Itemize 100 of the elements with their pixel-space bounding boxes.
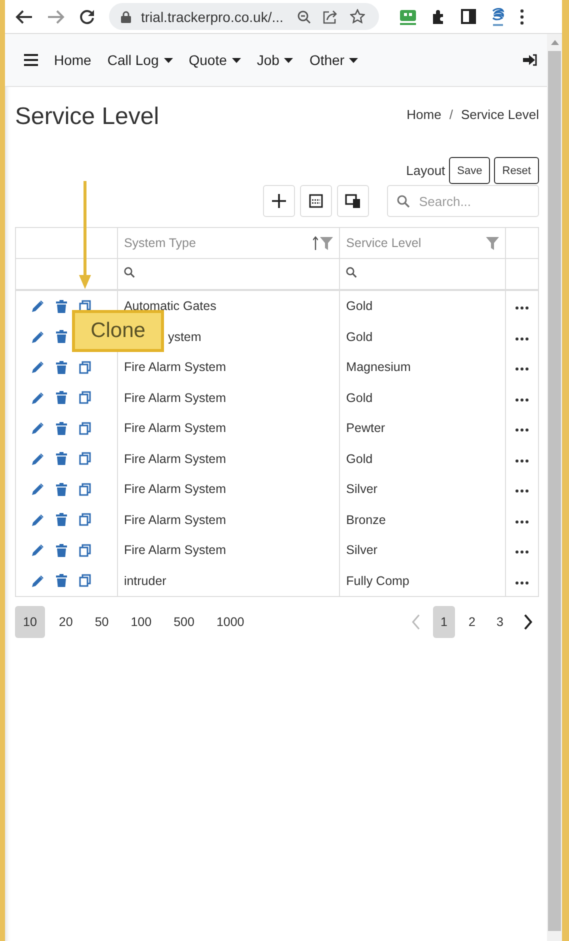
edit-icon[interactable] xyxy=(32,330,44,343)
column-header[interactable]: Service Level xyxy=(340,228,506,258)
breadcrumb-link[interactable]: Home xyxy=(406,107,442,148)
copy-icon[interactable] xyxy=(79,482,91,496)
page-size-option[interactable]: 50 xyxy=(86,606,117,638)
more-icon[interactable] xyxy=(515,336,530,341)
more-icon[interactable] xyxy=(515,489,530,494)
layout-button[interactable]: Reset xyxy=(494,157,539,184)
delete-icon[interactable] xyxy=(56,482,67,496)
export-button[interactable] xyxy=(300,185,332,217)
more-icon[interactable] xyxy=(515,550,530,554)
table-cell: Gold xyxy=(340,290,506,322)
table-cell: Bronze xyxy=(340,504,506,535)
more-icon[interactable] xyxy=(515,580,530,585)
menu-icon[interactable] xyxy=(520,8,524,24)
more-icon[interactable] xyxy=(515,520,530,524)
table-cell: Pewter xyxy=(340,413,506,444)
delete-icon[interactable] xyxy=(56,574,67,588)
edit-icon[interactable] xyxy=(32,514,44,526)
spreadsheet-icon xyxy=(309,194,323,208)
nav-link[interactable]: Job xyxy=(256,52,294,68)
filter-field[interactable] xyxy=(340,258,506,290)
sidebar-icon[interactable] xyxy=(461,9,476,24)
edit-icon[interactable] xyxy=(32,392,44,404)
page-size-option[interactable]: 100 xyxy=(122,606,160,638)
filter-field[interactable] xyxy=(117,258,340,290)
share-icon[interactable] xyxy=(323,10,338,24)
copy-icon[interactable] xyxy=(79,513,91,526)
add-button[interactable] xyxy=(263,185,295,217)
nav-link[interactable]: Quote xyxy=(188,52,241,68)
delete-icon[interactable] xyxy=(56,330,67,344)
delete-icon[interactable] xyxy=(56,300,67,313)
table-cell: Magnesium xyxy=(340,352,506,382)
page-title: Service Level xyxy=(15,103,160,132)
layout-button[interactable]: Save xyxy=(449,157,490,184)
layout-label: Layout xyxy=(406,163,446,178)
caret-icon xyxy=(164,58,173,62)
caret-icon xyxy=(232,58,241,62)
copy-icon[interactable] xyxy=(79,422,91,435)
plus-icon xyxy=(272,194,286,208)
edit-icon[interactable] xyxy=(32,574,44,587)
more-icon[interactable] xyxy=(515,367,530,372)
delete-icon[interactable] xyxy=(56,422,67,435)
edit-icon[interactable] xyxy=(32,544,44,556)
copy-icon[interactable] xyxy=(79,544,91,557)
more-icon[interactable] xyxy=(515,458,530,463)
table-cell: Fire Alarm System xyxy=(117,444,340,474)
zoom-out-icon[interactable] xyxy=(297,10,312,24)
more-icon[interactable] xyxy=(515,428,530,432)
lock-icon xyxy=(121,10,131,22)
search-field[interactable]: Search... xyxy=(387,185,539,217)
table-cell: Gold xyxy=(340,444,506,474)
nav-link[interactable]: Other xyxy=(309,52,358,68)
reload-icon[interactable] xyxy=(79,8,95,24)
page-size-option[interactable]: 500 xyxy=(166,606,202,638)
extension-icon[interactable] xyxy=(399,8,417,26)
nav-link[interactable]: Home xyxy=(54,52,92,68)
filter-icon[interactable] xyxy=(486,236,500,250)
breadcrumb-separator: / xyxy=(449,107,453,124)
menu-icon[interactable] xyxy=(24,54,38,66)
page-link[interactable]: 3 xyxy=(489,606,511,638)
search-icon xyxy=(346,267,358,278)
more-icon[interactable] xyxy=(515,398,530,402)
nav-link[interactable]: Call Log xyxy=(107,52,173,68)
logout-icon[interactable] xyxy=(523,54,537,66)
table-cell: Gold xyxy=(340,382,506,413)
page-size-option[interactable]: 20 xyxy=(50,606,81,638)
scrollbar[interactable] xyxy=(547,34,562,941)
copy-icon[interactable] xyxy=(79,391,91,404)
back-icon[interactable] xyxy=(15,8,33,24)
clone-tooltip: Clone xyxy=(72,310,164,352)
star-icon[interactable] xyxy=(350,9,366,24)
table-cell: Silver xyxy=(340,535,506,566)
delete-icon[interactable] xyxy=(56,360,67,374)
edit-icon[interactable] xyxy=(32,300,44,312)
delete-icon[interactable] xyxy=(56,513,67,526)
edit-icon[interactable] xyxy=(32,361,44,374)
page-size-option[interactable]: 10 xyxy=(15,606,45,638)
more-icon[interactable] xyxy=(515,306,530,310)
copy-icon[interactable] xyxy=(79,452,91,466)
delete-icon[interactable] xyxy=(56,544,67,557)
next-page-icon[interactable] xyxy=(523,614,533,630)
page-size-option[interactable]: 1000 xyxy=(208,606,252,638)
caret-icon xyxy=(284,58,294,62)
delete-icon[interactable] xyxy=(56,452,67,466)
profile-icon[interactable] xyxy=(490,6,506,26)
address-bar[interactable]: trial.trackerpro.co.uk/... xyxy=(109,3,379,30)
filter-icon[interactable] xyxy=(320,236,334,250)
delete-icon[interactable] xyxy=(56,391,67,404)
table-cell: Fire Alarm System xyxy=(117,474,340,504)
copy-icon[interactable] xyxy=(79,574,91,588)
edit-icon[interactable] xyxy=(32,483,44,496)
column-chooser-button[interactable] xyxy=(337,185,369,217)
copy-icon[interactable] xyxy=(79,360,91,374)
breadcrumb-link[interactable]: Service Level xyxy=(460,107,539,148)
page-link[interactable]: 1 xyxy=(433,606,455,638)
page-link[interactable]: 2 xyxy=(461,606,483,638)
column-header[interactable]: System Type xyxy=(117,228,340,258)
edit-icon[interactable] xyxy=(32,422,44,434)
edit-icon[interactable] xyxy=(32,452,44,465)
